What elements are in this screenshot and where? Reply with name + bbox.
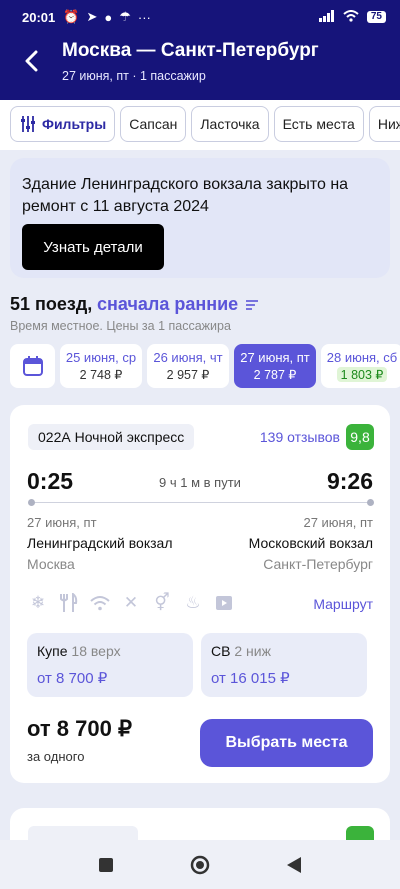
gender-icon: ⚥ <box>154 593 170 612</box>
trip-timeline <box>28 499 374 506</box>
alarm-icon: ⏰ <box>63 9 80 24</box>
calendar-icon <box>22 356 43 376</box>
date-price: 2 957 ₽ <box>166 368 210 382</box>
wifi-icon <box>89 592 111 614</box>
battery-icon: 75 <box>366 11 386 23</box>
fare-seats: 18 верх <box>71 643 121 659</box>
fare-class: СВ <box>211 643 231 659</box>
app-header: 20:01 ⏰ ➤ ● ☂ ··· 75 Москва — Санкт-Пете… <box>0 0 400 100</box>
date-label: 25 июня, ср <box>65 350 137 365</box>
reviews-link[interactable]: 139 отзывов <box>260 429 340 445</box>
circle-icon <box>190 855 210 874</box>
arrival-city: Санкт-Петербург <box>263 556 373 572</box>
snowflake-icon: ❄ <box>30 593 46 612</box>
media-icon <box>213 592 235 614</box>
details-button[interactable]: Узнать детали <box>22 224 164 270</box>
route-subtitle: 27 июня, пт · 1 пассажир <box>62 69 206 83</box>
signal-icon <box>318 9 335 25</box>
departure-date: 27 июня, пт <box>27 515 97 530</box>
date-option[interactable]: 28 июня, сб 1 803 ₽ <box>321 344 400 388</box>
results-count: 51 поезд, <box>10 294 93 314</box>
sort-icon <box>246 299 259 310</box>
status-bar: 20:01 ⏰ ➤ ● ☂ ··· 75 <box>0 0 400 34</box>
chip-sapsan[interactable]: Сапсан <box>120 106 187 142</box>
route-link[interactable]: Маршрут <box>313 596 373 612</box>
sort-button[interactable]: сначала ранние <box>97 294 259 315</box>
more-icon: ··· <box>137 9 151 25</box>
sliders-icon <box>21 116 35 132</box>
fare-class-line: Купе 18 верх <box>37 643 183 659</box>
telegram-icon: ➤ <box>86 9 98 24</box>
back-button[interactable] <box>16 44 46 78</box>
station-notice: Здание Ленинградского вокзала закрыто на… <box>10 158 390 278</box>
umbrella-icon: ☂ <box>119 9 131 24</box>
date-strip: 25 июня, ср 2 748 ₽ 26 июня, чт 2 957 ₽ … <box>10 344 400 388</box>
date-option[interactable]: 25 июня, ср 2 748 ₽ <box>60 344 142 388</box>
restaurant-icon: ✕ <box>123 593 139 612</box>
chip-lower[interactable]: Ниж <box>368 106 400 142</box>
back-nav-button[interactable] <box>282 853 306 877</box>
date-price: 2 748 ₽ <box>79 368 123 382</box>
select-seats-button[interactable]: Выбрать места <box>200 719 373 767</box>
chip-available-seats[interactable]: Есть места <box>273 106 364 142</box>
date-label: 27 июня, пт <box>240 350 310 365</box>
train-name: 022А Ночной экспресс <box>28 424 195 450</box>
wifi-status-icon <box>343 9 359 25</box>
fork-knife-icon <box>58 592 80 614</box>
date-label: 26 июня, чт <box>153 350 223 365</box>
fare-seats: 2 ниж <box>234 643 271 659</box>
home-button[interactable] <box>188 853 212 877</box>
recents-button[interactable] <box>94 853 118 877</box>
date-label: 28 июня, сб <box>326 350 398 365</box>
triangle-icon <box>287 856 301 873</box>
filters-label: Фильтры <box>42 116 107 132</box>
date-price: 1 803 ₽ <box>336 367 388 382</box>
date-option[interactable]: 26 июня, чт 2 957 ₽ <box>147 344 229 388</box>
departure-city: Москва <box>27 556 75 572</box>
date-price: 2 787 ₽ <box>253 368 297 382</box>
amenities: ❄ ✕ ⚥ ♨ <box>27 592 235 614</box>
price-hint: Время местное. Цены за 1 пассажира <box>10 319 231 333</box>
arrival-date: 27 июня, пт <box>303 515 373 530</box>
filter-chips: Фильтры Сапсан Ласточка Есть места Ниж <box>0 100 400 150</box>
chat-icon: ● <box>104 9 113 25</box>
fare-class: Купе <box>37 643 68 659</box>
per-person-label: за одного <box>27 749 85 764</box>
calendar-button[interactable] <box>10 344 55 388</box>
notification-icons: ⏰ ➤ ● ☂ ··· <box>63 9 151 25</box>
fare-price: от 8 700 ₽ <box>37 670 108 687</box>
total-price: от 8 700 ₽ <box>27 716 132 741</box>
arrival-time: 9:26 <box>326 468 373 494</box>
square-icon <box>99 857 113 872</box>
arrival-station: Московский вокзал <box>248 535 373 551</box>
train-card[interactable]: 022А Ночной экспресс 139 отзывов 9,8 0:2… <box>10 405 390 783</box>
date-option-selected[interactable]: 27 июня, пт 2 787 ₽ <box>234 344 316 388</box>
notice-text: Здание Ленинградского вокзала закрыто на… <box>22 176 349 215</box>
filters-button[interactable]: Фильтры <box>10 106 116 142</box>
fare-class-line: СВ 2 ниж <box>211 643 357 659</box>
sort-label: сначала ранние <box>97 294 239 314</box>
system-nav-bar <box>0 840 400 889</box>
departure-station: Ленинградский вокзал <box>27 535 173 551</box>
route-title[interactable]: Москва — Санкт-Петербург <box>62 40 319 62</box>
fare-option-kupe[interactable]: Купе 18 верх от 8 700 ₽ <box>27 633 193 697</box>
fare-price: от 16 015 ₽ <box>211 670 290 687</box>
status-time: 20:01 <box>22 9 56 25</box>
rating-badge: 9,8 <box>346 424 374 450</box>
toilet-icon: ♨ <box>185 593 201 612</box>
fare-option-sv[interactable]: СВ 2 ниж от 16 015 ₽ <box>201 633 367 697</box>
chip-lastochka[interactable]: Ласточка <box>191 106 269 142</box>
